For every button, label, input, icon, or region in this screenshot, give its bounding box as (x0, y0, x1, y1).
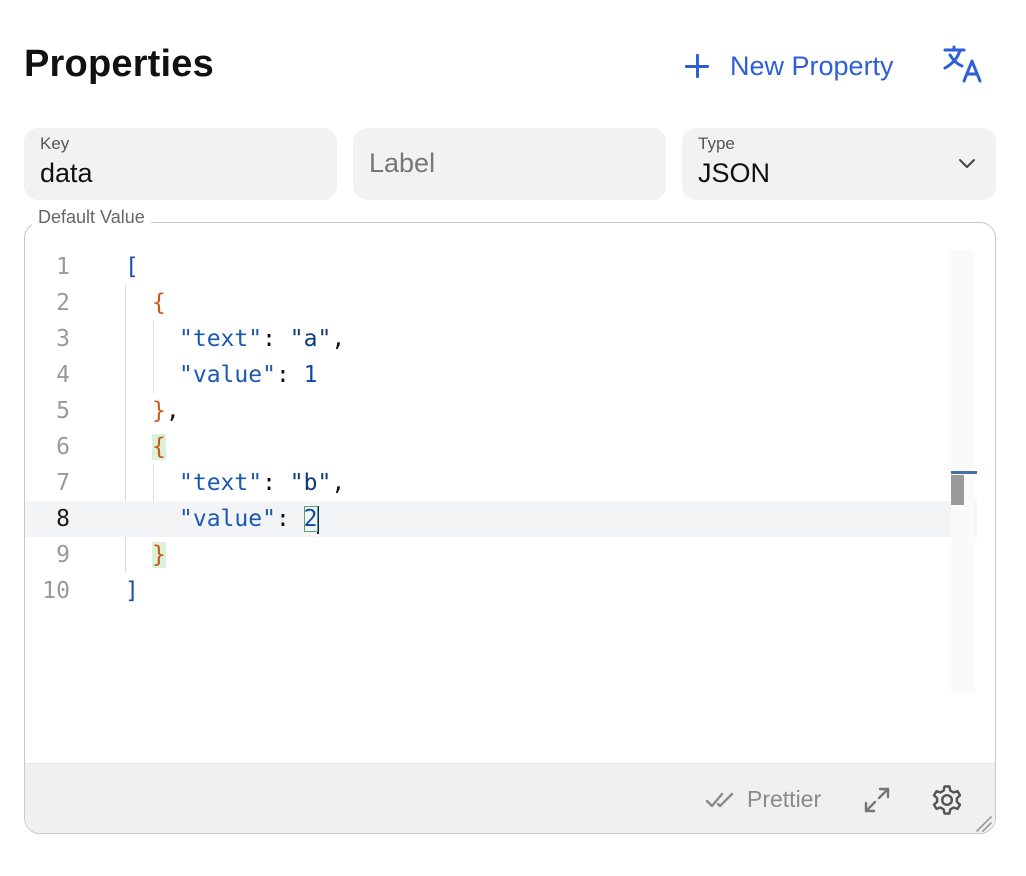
json-token: "a" (289, 326, 332, 352)
code-line: 2 { (25, 285, 977, 321)
key-field-value[interactable]: data (40, 158, 93, 189)
scrollbar-thumb[interactable] (951, 475, 964, 505)
text-cursor (316, 505, 319, 534)
json-token: : (262, 470, 290, 496)
json-token: , (165, 398, 180, 424)
scrollbar-cursor-marker (951, 471, 977, 474)
code-line-active[interactable]: 8 "value": 2 (25, 501, 977, 537)
key-field[interactable]: Key data (24, 128, 337, 200)
json-token: 1 (303, 362, 318, 388)
code-line: 10 ] (25, 573, 977, 609)
translate-icon[interactable] (942, 44, 986, 84)
code-line: 5 }, (25, 393, 977, 429)
code-line: 1 [ (25, 249, 977, 285)
type-select-label: Type (698, 134, 735, 153)
line-number: 1 (56, 254, 70, 280)
line-number: 2 (56, 290, 70, 316)
json-token: : (275, 506, 304, 532)
line-number: 3 (56, 326, 70, 352)
type-select[interactable]: Type JSON (682, 128, 996, 200)
chevron-down-icon[interactable] (958, 154, 976, 172)
resize-handle-icon[interactable] (973, 813, 993, 833)
json-token: "value" (179, 506, 276, 532)
code-editor[interactable]: 1 [ 2 { 3 "text": "a", 4 "value": 1 5 },… (25, 249, 995, 769)
code-line: 3 "text": "a", (25, 321, 977, 357)
line-number: 8 (56, 506, 70, 532)
double-check-icon (705, 792, 734, 807)
json-token: : (262, 326, 290, 352)
matched-brace: { (152, 434, 166, 460)
json-token: "text" (179, 326, 263, 352)
default-value-legend: Default Value (32, 207, 151, 228)
new-property-button[interactable]: New Property (684, 48, 894, 84)
code-line: 4 "value": 1 (25, 357, 977, 393)
label-field[interactable]: Label (353, 128, 666, 200)
plus-icon (684, 53, 710, 79)
json-token: : (275, 362, 304, 388)
matched-brace: } (152, 542, 166, 568)
expand-icon[interactable] (863, 786, 891, 814)
json-token: "value" (179, 362, 276, 388)
key-field-label: Key (40, 134, 70, 153)
default-value-editor[interactable]: 1 [ 2 { 3 "text": "a", 4 "value": 1 5 },… (24, 222, 996, 834)
type-select-value[interactable]: JSON (698, 158, 770, 189)
page-title: Properties (24, 43, 214, 85)
new-property-label: New Property (730, 50, 894, 81)
json-token: [ (125, 254, 139, 280)
line-number: 9 (56, 542, 70, 568)
json-token: } (152, 398, 166, 424)
line-number: 10 (42, 578, 70, 604)
code-line: 6 { (25, 429, 977, 465)
label-field-placeholder[interactable]: Label (369, 148, 435, 179)
json-token: "b" (289, 470, 332, 496)
json-token: { (152, 290, 166, 316)
editor-toolbar: Prettier (25, 763, 995, 833)
json-token: ] (125, 578, 139, 604)
json-token: , (331, 326, 346, 352)
gear-icon[interactable] (931, 784, 963, 816)
prettier-label: Prettier (747, 786, 822, 812)
line-number: 6 (56, 434, 70, 460)
prettier-button[interactable]: Prettier (705, 786, 821, 813)
line-number: 4 (56, 362, 70, 388)
code-line: 7 "text": "b", (25, 465, 977, 501)
code-line: 9 } (25, 537, 977, 573)
line-number: 7 (56, 470, 70, 496)
line-number: 5 (56, 398, 70, 424)
json-token: 2 (303, 506, 318, 532)
json-token: "text" (179, 470, 263, 496)
properties-header: Properties New Property (24, 40, 996, 92)
json-token: , (331, 470, 346, 496)
